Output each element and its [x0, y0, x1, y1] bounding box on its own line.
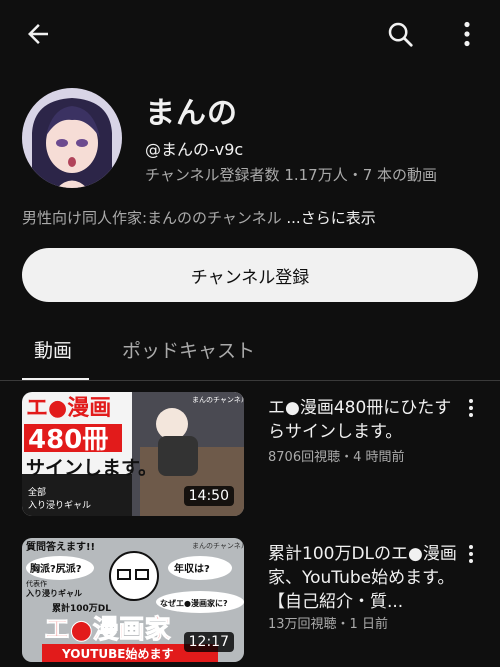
more-vert-icon — [469, 399, 473, 417]
thumb-bubble-3: なぜエ●漫画家に? — [160, 598, 228, 608]
video-meta: 8706回視聴・4 時間前 — [268, 450, 405, 465]
description-text: 男性向け同人作家:まんののチャンネル — [22, 209, 282, 227]
more-options-button[interactable] — [450, 14, 484, 54]
video-item[interactable]: エ●漫画 480冊 サインします。 全部 入り浸りギャル まんのチャンネル 14… — [22, 392, 500, 517]
video-thumbnail[interactable]: エ●漫画 480冊 サインします。 全部 入り浸りギャル まんのチャンネル 14… — [22, 392, 244, 516]
video-item[interactable]: 質問答えます!! まんのチャンネル 胸派?尻派? 年収は? なぜエ●漫画家に? … — [22, 538, 500, 667]
search-button[interactable] — [380, 14, 420, 54]
video-meta: 13万回視聴・1 日前 — [268, 617, 388, 632]
thumb-bubble-2: 年収は? — [174, 562, 210, 575]
thumb-small-1: 代表作 — [26, 579, 47, 588]
channel-handle: @まんの-v9c — [145, 140, 244, 159]
video-duration: 14:50 — [183, 486, 234, 506]
more-vert-icon — [464, 21, 470, 47]
video-title[interactable]: エ●漫画480冊にひたすらサインします。 — [268, 396, 464, 444]
thumb-line1: エ●漫画 — [26, 396, 111, 421]
search-icon — [388, 22, 413, 47]
thumb-big-text: エ●漫画家 — [44, 614, 171, 645]
active-tab-indicator — [22, 378, 89, 380]
back-button[interactable] — [18, 14, 58, 54]
thumb-sub1: 全部 — [28, 486, 46, 498]
channel-tabs: 動画 ポッドキャスト — [0, 322, 500, 381]
thumb-small-3: 累計100万DL — [52, 602, 111, 614]
avatar-illustration — [22, 88, 122, 188]
channel-header: まんの @まんの-v9c チャンネル登録者数 1.17万人・7 本の動画 — [22, 88, 482, 192]
channel-name: まんの — [145, 96, 238, 131]
subscribe-button[interactable]: チャンネル登録 — [22, 248, 478, 302]
thumb-line2: 480冊 — [28, 425, 108, 455]
channel-avatar[interactable] — [22, 88, 122, 188]
top-app-bar — [0, 0, 500, 68]
thumb-line3: サインします。 — [26, 457, 157, 479]
video-more-button[interactable] — [468, 544, 488, 568]
thumb-channel-tag: まんのチャンネル — [192, 542, 244, 550]
thumb-bubble-1: 胸派?尻派? — [30, 562, 82, 575]
thumb-bottom-text: YOUTUBE始めます — [61, 646, 173, 661]
tab-videos[interactable]: 動画 — [34, 336, 72, 363]
show-more-link[interactable]: ...さらに表示 — [286, 209, 375, 227]
video-duration: 12:17 — [183, 632, 234, 652]
thumb-sub2: 入り浸りギャル — [28, 500, 91, 511]
more-vert-icon — [469, 545, 473, 563]
channel-description[interactable]: 男性向け同人作家:まんののチャンネル ...さらに表示 — [22, 207, 376, 228]
back-arrow-icon — [28, 24, 48, 44]
thumb-channel-tag: まんのチャンネル — [192, 396, 244, 404]
channel-stats: チャンネル登録者数 1.17万人・7 本の動画 — [145, 166, 438, 184]
video-thumbnail[interactable]: 質問答えます!! まんのチャンネル 胸派?尻派? 年収は? なぜエ●漫画家に? … — [22, 538, 244, 662]
video-title[interactable]: 累計100万DLのエ●漫画家、YouTube始めます。【自己紹介・質... — [268, 542, 464, 614]
thumb-small-2: 入り浸りギャル — [25, 588, 82, 598]
tab-podcasts[interactable]: ポッドキャスト — [122, 336, 255, 363]
thumb-head: 質問答えます!! — [26, 540, 95, 553]
video-more-button[interactable] — [468, 398, 488, 422]
